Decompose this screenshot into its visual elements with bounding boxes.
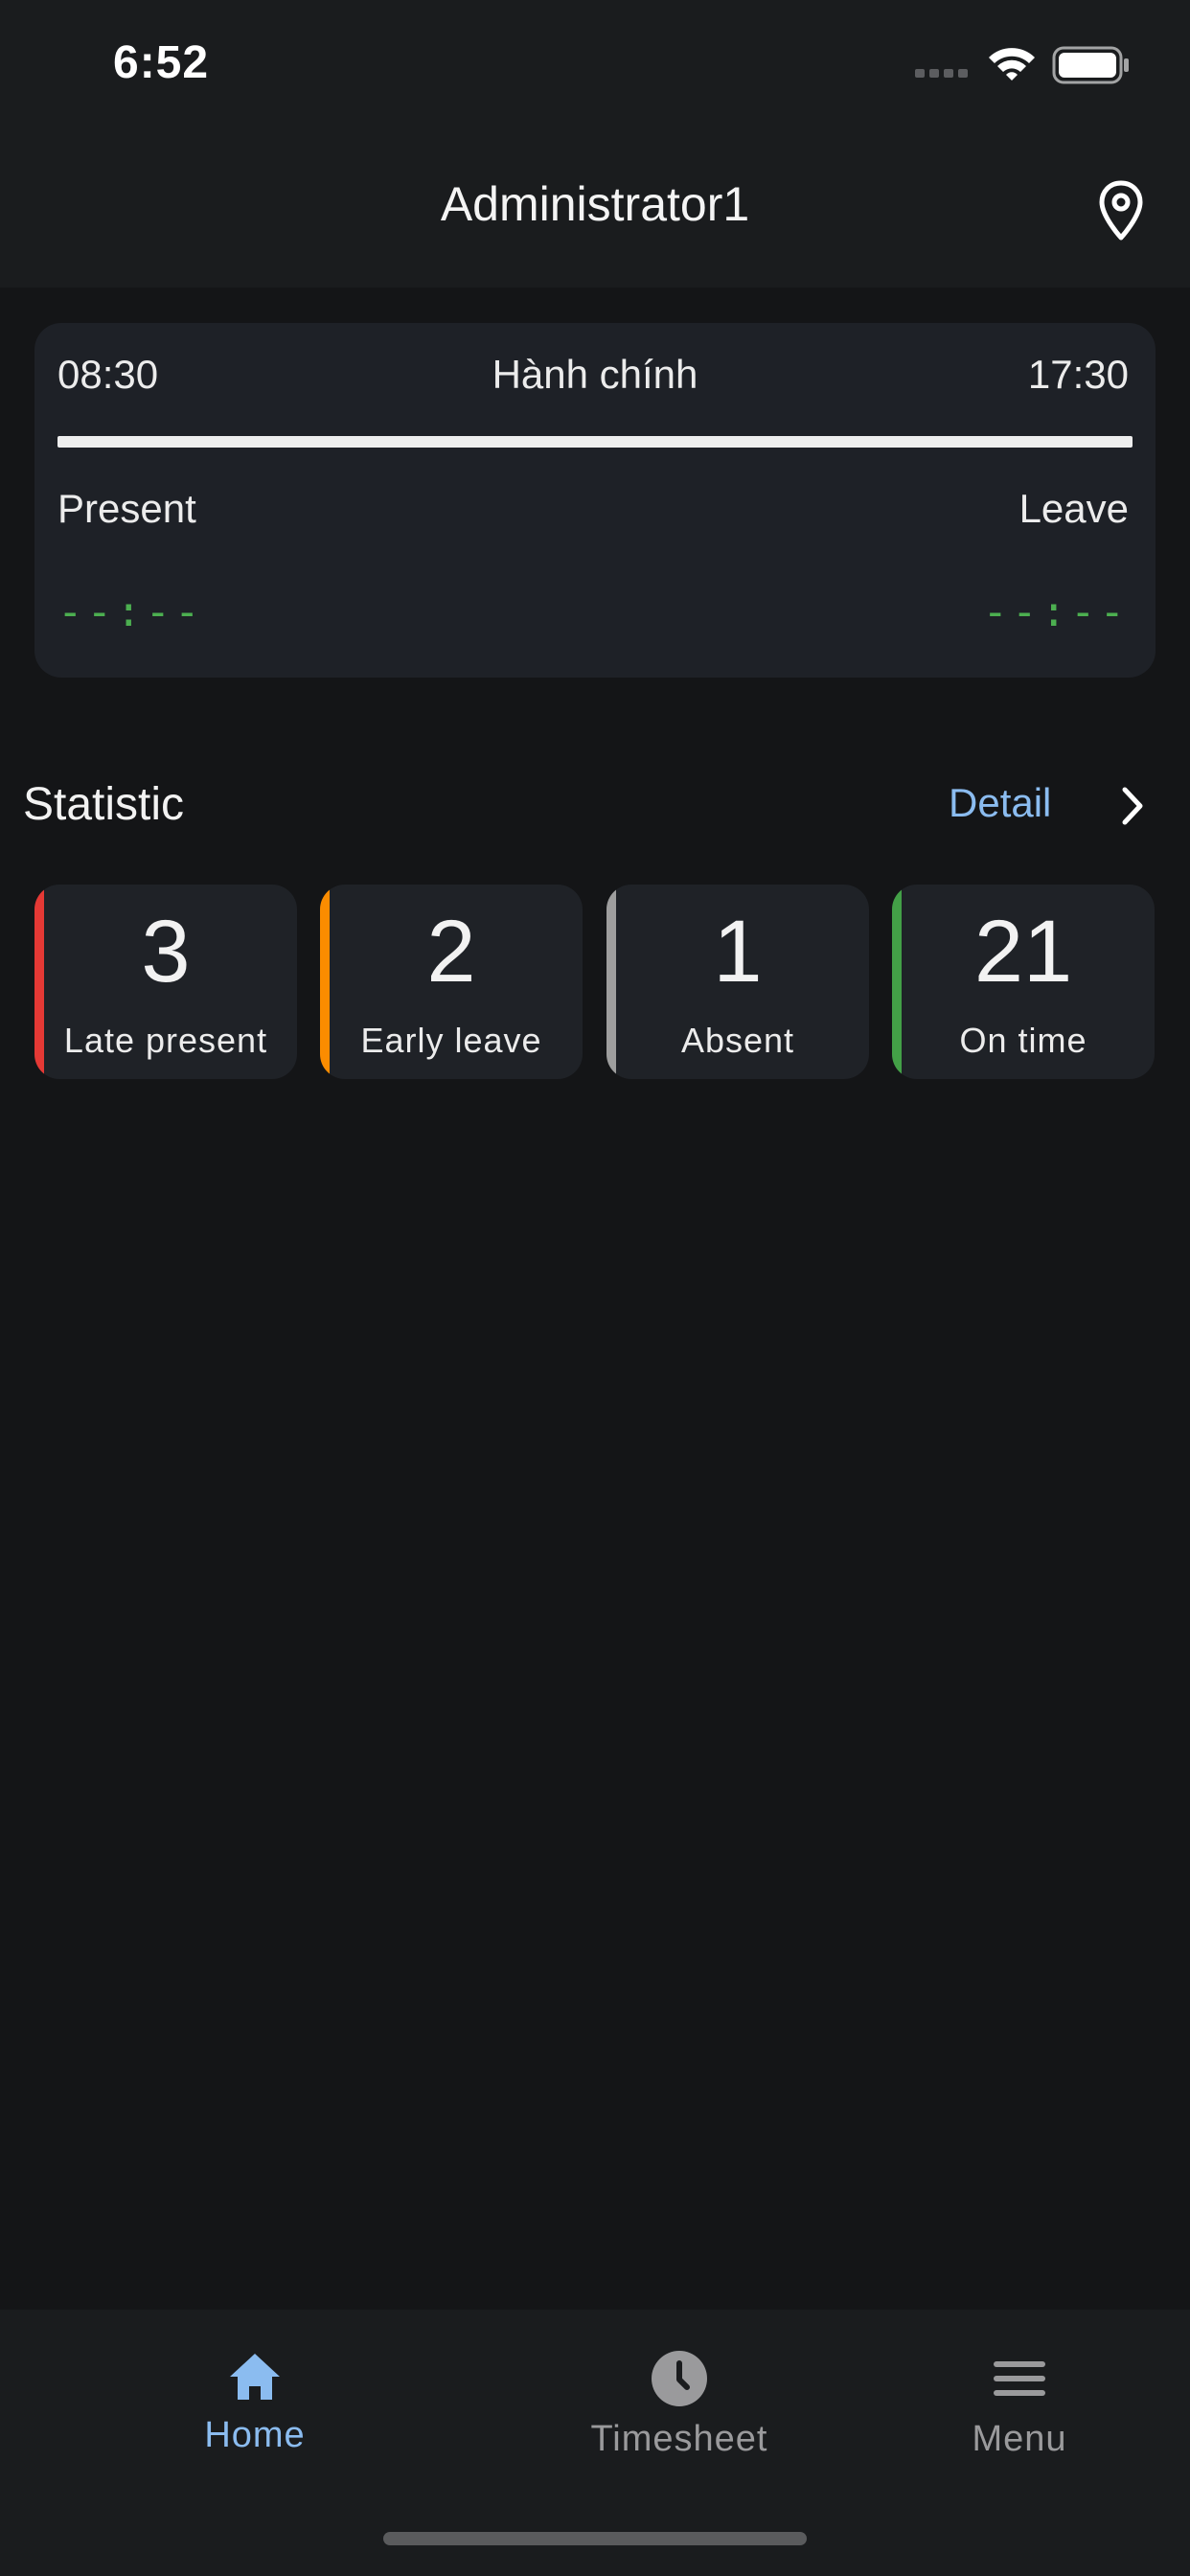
hamburger-menu-icon (994, 2361, 1045, 2396)
chevron-right-icon[interactable] (1113, 784, 1152, 828)
stat-label: On time (959, 1021, 1087, 1060)
shift-card: 08:30 Hành chính 17:30 Present Leave --:… (34, 323, 1156, 678)
present-time: --:-- (57, 587, 204, 636)
nav-item-menu[interactable]: Menu (895, 2336, 1144, 2480)
stat-label: Absent (680, 1021, 795, 1060)
battery-icon (1052, 46, 1129, 84)
home-indicator (383, 2532, 807, 2545)
shift-progress-bar (57, 436, 1133, 448)
app-header: Administrator1 (0, 134, 1190, 288)
location-button[interactable] (1087, 174, 1155, 247)
leave-time: --:-- (982, 587, 1129, 636)
nav-label-menu: Menu (972, 2419, 1067, 2459)
page-title: Administrator1 (440, 177, 750, 231)
nav-item-timesheet[interactable]: Timesheet (555, 2336, 804, 2480)
stat-label: Late present (63, 1021, 268, 1060)
nav-item-home[interactable]: Home (130, 2336, 379, 2480)
home-icon (230, 2354, 280, 2400)
stat-card-early-leave[interactable]: 2 Early leave (320, 885, 583, 1079)
stat-value: 2 (426, 903, 476, 1000)
leave-label: Leave (1018, 486, 1129, 531)
statistic-title: Statistic (23, 779, 185, 830)
wifi-icon (989, 48, 1035, 80)
stat-value: 1 (713, 903, 763, 1000)
stat-label: Early leave (360, 1021, 542, 1060)
map-pin-icon (1099, 180, 1143, 241)
status-bar: 6:52 (0, 0, 1190, 134)
detail-link[interactable]: Detail (949, 780, 1051, 826)
clock-icon (652, 2351, 707, 2406)
shift-name: Hành chính (492, 352, 698, 397)
nav-label-home: Home (204, 2415, 306, 2455)
stat-card-absent[interactable]: 1 Absent (606, 885, 869, 1079)
stat-card-on-time[interactable]: 21 On time (892, 885, 1155, 1079)
shift-end-time: 17:30 (1027, 352, 1129, 397)
status-time: 6:52 (113, 37, 210, 88)
present-label: Present (57, 486, 196, 531)
nav-label-timesheet: Timesheet (590, 2419, 768, 2459)
stat-value: 3 (141, 903, 191, 1000)
stat-value: 21 (973, 903, 1073, 1000)
cellular-signal-icon (915, 69, 968, 78)
stat-card-late-present[interactable]: 3 Late present (34, 885, 297, 1079)
